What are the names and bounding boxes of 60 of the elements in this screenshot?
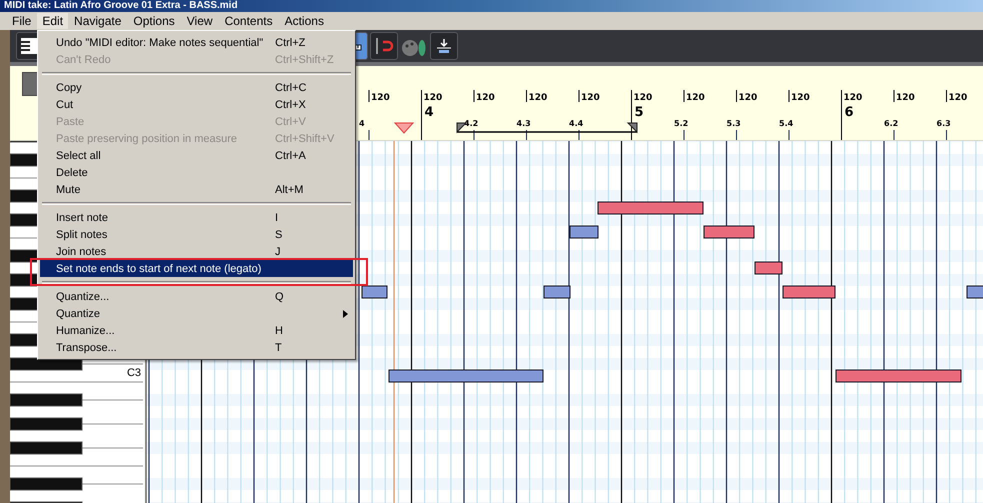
menu-bar-item[interactable]: View [180, 12, 219, 30]
play-cursor-marker[interactable] [394, 122, 414, 134]
menu-item[interactable]: Cut Ctrl+X [40, 96, 353, 113]
menu-bar-item[interactable]: Options [127, 12, 181, 30]
tempo-label: 120 [896, 93, 915, 103]
tempo-label: 120 [476, 93, 495, 103]
midi-note[interactable] [836, 370, 962, 382]
beat-label: 4 [359, 119, 365, 128]
menu-item[interactable]: Undo "MIDI editor: Make notes sequential" Ctrl+Z [40, 34, 353, 51]
beat-label: 5.3 [726, 119, 741, 128]
menu-item[interactable]: Join notes J [40, 243, 353, 260]
menu-item[interactable]: Quantize... Q [40, 288, 353, 305]
magnet-icon [374, 37, 394, 55]
midi-note[interactable] [362, 286, 388, 298]
measure-number: 5 [634, 105, 644, 120]
menu-bar-item[interactable]: File [6, 12, 38, 30]
window-title: MIDI take: Latin Afro Groove 01 Extra - BASS.mid [4, 0, 238, 11]
menu-item[interactable]: Select all Ctrl+A [40, 147, 353, 164]
tempo-label: 120 [791, 93, 810, 103]
midi-note[interactable] [782, 286, 836, 298]
tempo-label: 120 [738, 93, 758, 103]
tempo-label: 120 [424, 93, 442, 103]
menu-item[interactable]: Set note ends to start of next note (legato) [40, 260, 353, 277]
beat-label: 6.3 [936, 119, 951, 128]
midi-note[interactable] [570, 226, 598, 238]
note-name-label: C3 [126, 367, 141, 379]
beat-label: 5.4 [779, 119, 794, 128]
menu-bar-item[interactable]: Contents [218, 12, 279, 30]
measure-number: 4 [424, 105, 434, 120]
menu-item[interactable]: Mute Alt+M [40, 181, 353, 198]
tempo-label: 120 [948, 93, 968, 103]
menu-item[interactable]: Humanize... H [40, 322, 353, 339]
midi-note[interactable] [598, 202, 704, 214]
midi-note[interactable] [388, 370, 544, 382]
menu-item[interactable]: Insert note I [40, 209, 353, 226]
beat-label: 4.4 [569, 119, 584, 128]
tempo-label: 120 [528, 93, 548, 103]
insert-button[interactable] [430, 32, 458, 60]
tempo-label: 120 [686, 93, 705, 103]
menu-item[interactable]: Quantize [40, 305, 353, 322]
beat-label: 6.2 [884, 119, 898, 128]
beat-label: 5.2 [674, 119, 688, 128]
midi-note[interactable] [754, 262, 782, 274]
midi-note[interactable] [704, 226, 754, 238]
menu-bar-item[interactable]: Navigate [68, 12, 128, 30]
download-arrow-icon [436, 38, 452, 54]
menu-item[interactable]: Split notes S [40, 226, 353, 243]
tempo-label: 120 [581, 93, 600, 103]
tempo-label: 120 [371, 93, 390, 103]
menu-item[interactable]: Delete [40, 164, 353, 181]
beat-label: 4.3 [516, 119, 531, 128]
measure-number: 6 [844, 105, 854, 120]
menu-item[interactable]: Transpose... T [40, 339, 353, 356]
menu-bar-item[interactable]: Edit [37, 13, 68, 29]
menu-item[interactable]: Copy Ctrl+C [40, 79, 353, 96]
snap-button[interactable] [370, 32, 398, 60]
tempo-label: 120 [844, 93, 862, 103]
midi-note[interactable] [544, 286, 570, 298]
menu-bar-item[interactable]: Actions [278, 12, 330, 30]
tempo-label: 120 [634, 93, 652, 103]
